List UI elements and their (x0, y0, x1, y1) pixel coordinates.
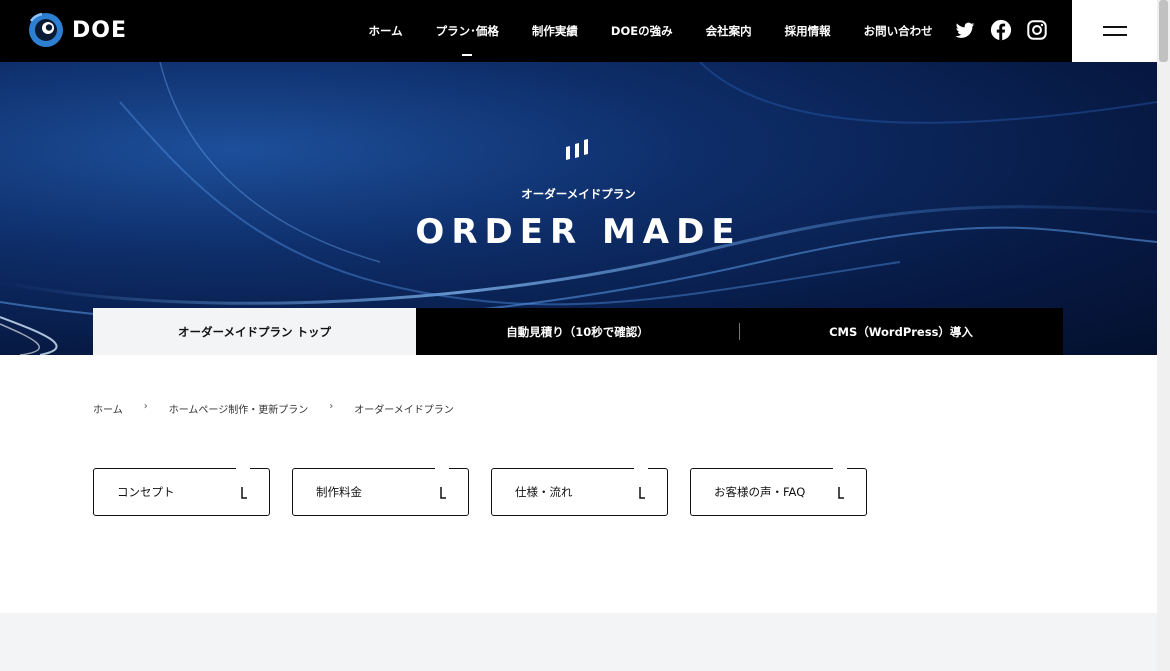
nav-item-contact[interactable]: お問い合わせ (847, 23, 949, 39)
breadcrumb-home[interactable]: ホーム (93, 401, 123, 416)
anchor-notch (435, 467, 449, 472)
breadcrumb: ホーム › ホームページ制作・更新プラン › オーダーメイドプラン (93, 401, 454, 416)
order-made-icon (566, 139, 588, 160)
main-nav: ホーム プラン･価格 制作実績 DOEの強み 会社案内 採用情報 お問い合わせ (352, 0, 949, 62)
arrow-down-icon (838, 487, 844, 499)
hero-subtitle: オーダーメイドプラン (521, 187, 636, 201)
arrow-down-icon (241, 487, 247, 499)
site-logo[interactable]: DOE (28, 12, 127, 48)
breadcrumb-current: オーダーメイドプラン (354, 405, 454, 416)
anchor-label: 仕様・流れ (515, 485, 573, 499)
social-links (954, 19, 1048, 41)
tab-divider (739, 323, 740, 340)
twitter-icon[interactable] (954, 19, 976, 41)
plan-tabs: オーダーメイドプラン トップ 自動見積り（10秒で確認） CMS（WordPre… (93, 308, 1063, 355)
next-section-background (0, 613, 1157, 671)
nav-item-company[interactable]: 会社案内 (689, 23, 768, 39)
tab-auto-estimate[interactable]: 自動見積り（10秒で確認） (416, 308, 739, 355)
arrow-down-icon (639, 487, 645, 499)
anchor-notch (634, 467, 648, 472)
tab-cms-wordpress[interactable]: CMS（WordPress）導入 (739, 308, 1063, 355)
hamburger-menu-button[interactable] (1072, 0, 1157, 62)
nav-item-strengths[interactable]: DOEの強み (594, 23, 689, 39)
nav-item-works[interactable]: 制作実績 (515, 23, 594, 39)
anchor-label: 制作料金 (316, 485, 362, 499)
anchor-concept-button[interactable]: コンセプト (93, 467, 270, 516)
nav-item-home[interactable]: ホーム (352, 23, 419, 39)
breadcrumb-separator: › (143, 401, 148, 412)
tab-order-made-top[interactable]: オーダーメイドプラン トップ (93, 308, 416, 355)
breadcrumb-separator: › (329, 401, 334, 412)
facebook-icon[interactable] (990, 19, 1012, 41)
hamburger-menu-icon (1103, 26, 1127, 28)
anchor-label: お客様の声・FAQ (714, 485, 806, 499)
anchor-notch (833, 467, 847, 472)
logo-text: DOE (72, 17, 127, 43)
hero-title: ORDER MADE (415, 212, 742, 252)
hamburger-menu-line (1103, 34, 1127, 36)
nav-item-plans[interactable]: プラン･価格 (419, 23, 515, 39)
anchor-notch (236, 467, 250, 472)
breadcrumb-hp-plans[interactable]: ホームページ制作・更新プラン (169, 401, 309, 416)
anchor-voice-faq-button[interactable]: お客様の声・FAQ (690, 467, 867, 516)
scrollbar-thumb[interactable] (1159, 0, 1168, 62)
scrollbar-track[interactable] (1157, 0, 1170, 671)
site-header: DOE ホーム プラン･価格 制作実績 DOEの強み 会社案内 採用情報 お問い… (0, 0, 1157, 62)
arrow-down-icon (440, 487, 446, 499)
anchor-label: コンセプト (117, 485, 175, 499)
instagram-icon[interactable] (1026, 19, 1048, 41)
doe-logo-icon (29, 12, 63, 47)
tab-cms-wordpress-label: CMS（WordPress）導入 (829, 324, 973, 339)
anchor-pricing-button[interactable]: 制作料金 (292, 467, 469, 516)
anchor-spec-flow-button[interactable]: 仕様・流れ (491, 467, 668, 516)
section-anchor-links: コンセプト 制作料金 仕様・流れ お客様の声・FAQ (93, 467, 867, 516)
nav-item-recruit[interactable]: 採用情報 (768, 23, 847, 39)
